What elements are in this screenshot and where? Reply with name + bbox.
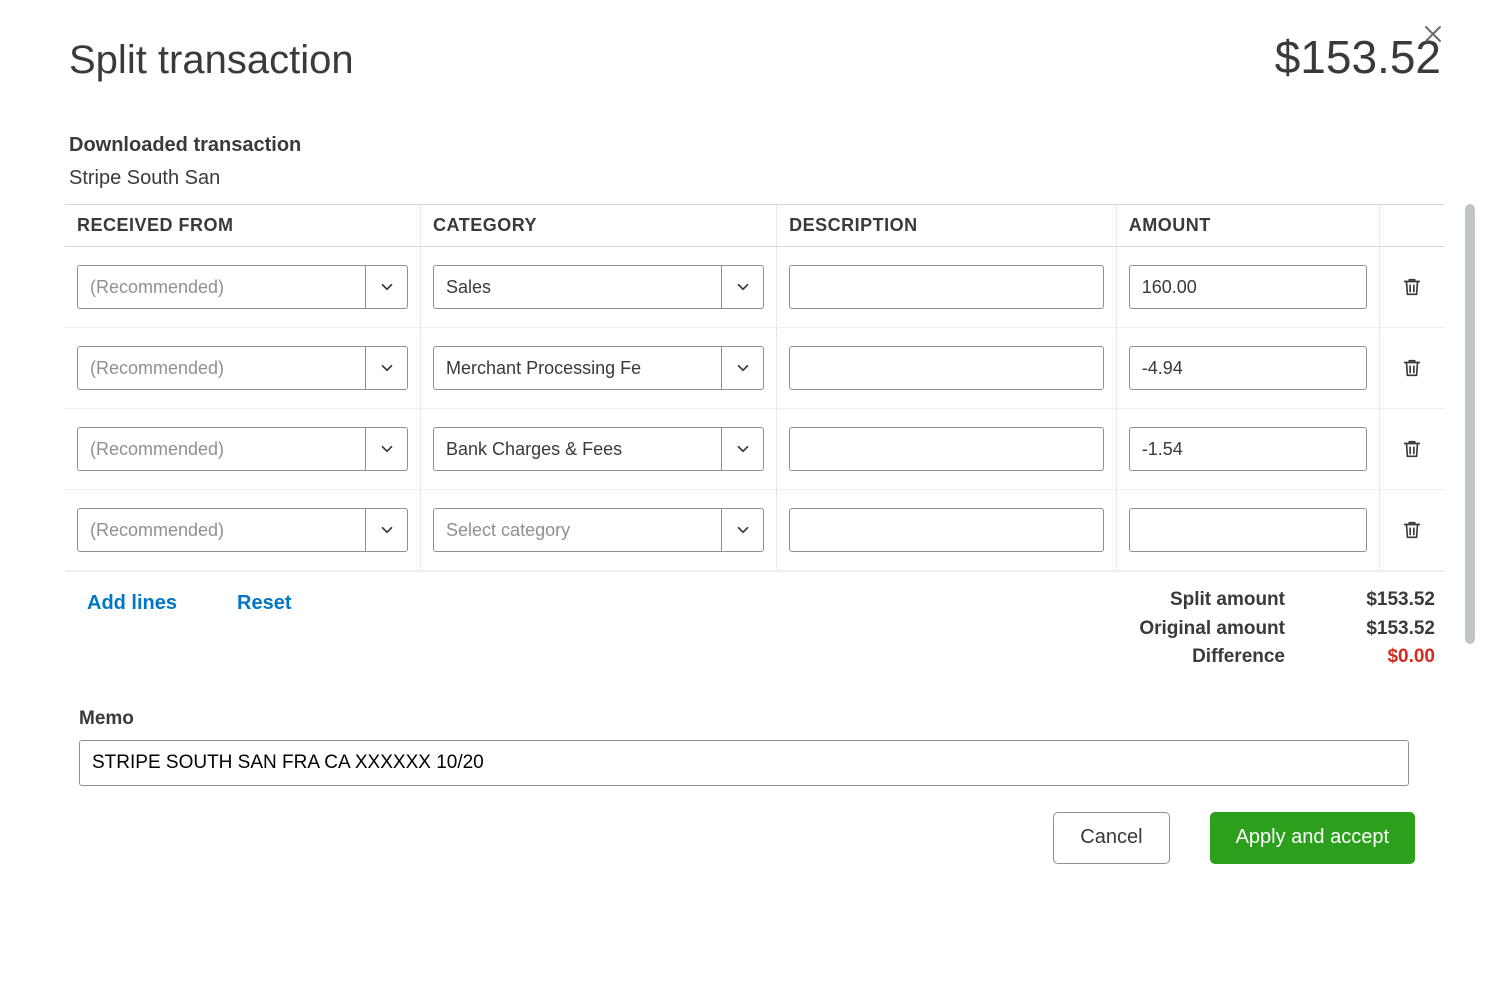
table-row — [65, 490, 1445, 571]
received-from-combo[interactable] — [77, 427, 408, 471]
received-from-combo[interactable] — [77, 346, 408, 390]
amount-input[interactable] — [1129, 346, 1367, 390]
received-from-input[interactable] — [78, 428, 365, 470]
category-combo[interactable] — [433, 508, 764, 552]
chevron-down-icon[interactable] — [365, 428, 407, 470]
close-button[interactable] — [1421, 22, 1445, 46]
amount-input[interactable] — [1129, 427, 1367, 471]
trash-icon — [1401, 357, 1423, 379]
received-from-combo[interactable] — [77, 265, 408, 309]
add-lines-link[interactable]: Add lines — [87, 592, 177, 672]
chevron-down-icon[interactable] — [365, 266, 407, 308]
delete-row-button[interactable] — [1392, 357, 1433, 379]
delete-row-button[interactable] — [1392, 276, 1433, 298]
col-header-actions — [1379, 205, 1445, 247]
original-amount-value: $153.52 — [1325, 615, 1435, 644]
original-amount-label: Original amount — [965, 615, 1325, 644]
cancel-button[interactable]: Cancel — [1053, 812, 1169, 864]
below-table-row: Add lines Reset Split amount $153.52 Ori… — [65, 571, 1445, 672]
col-header-amount: AMOUNT — [1116, 205, 1379, 247]
trash-icon — [1401, 438, 1423, 460]
chevron-down-icon[interactable] — [365, 347, 407, 389]
table-row — [65, 247, 1445, 328]
memo-label: Memo — [79, 708, 1445, 730]
received-from-input[interactable] — [78, 509, 365, 551]
description-input[interactable] — [789, 265, 1104, 309]
category-input[interactable] — [434, 347, 721, 389]
received-from-input[interactable] — [78, 266, 365, 308]
memo-input[interactable] — [79, 740, 1409, 786]
table-row — [65, 409, 1445, 490]
difference-value: $0.00 — [1325, 643, 1435, 672]
close-icon — [1421, 22, 1445, 46]
received-from-combo[interactable] — [77, 508, 408, 552]
description-input[interactable] — [789, 346, 1104, 390]
amount-input[interactable] — [1129, 265, 1367, 309]
page-title: Split transaction — [69, 38, 354, 83]
category-combo[interactable] — [433, 427, 764, 471]
trash-icon — [1401, 276, 1423, 298]
chevron-down-icon[interactable] — [721, 347, 763, 389]
reset-link[interactable]: Reset — [237, 592, 291, 672]
downloaded-transaction-label: Downloaded transaction — [69, 134, 1445, 157]
description-input[interactable] — [789, 508, 1104, 552]
category-input[interactable] — [434, 428, 721, 470]
description-input[interactable] — [789, 427, 1104, 471]
scrollbar[interactable] — [1465, 204, 1475, 664]
split-transaction-dialog: Split transaction $153.52 Downloaded tra… — [65, 0, 1445, 894]
col-header-description: DESCRIPTION — [777, 205, 1117, 247]
chevron-down-icon[interactable] — [721, 428, 763, 470]
totals-block: Split amount $153.52 Original amount $15… — [965, 586, 1445, 672]
amount-input[interactable] — [1129, 508, 1367, 552]
scrollbar-thumb[interactable] — [1465, 204, 1475, 644]
received-from-input[interactable] — [78, 347, 365, 389]
downloaded-transaction-merchant: Stripe South San — [69, 167, 1445, 190]
split-table-wrap: RECEIVED FROM CATEGORY DESCRIPTION AMOUN… — [65, 204, 1445, 571]
chevron-down-icon[interactable] — [721, 266, 763, 308]
split-amount-label: Split amount — [965, 586, 1325, 615]
apply-and-accept-button[interactable]: Apply and accept — [1210, 812, 1415, 864]
delete-row-button[interactable] — [1392, 519, 1433, 541]
col-header-received-from: RECEIVED FROM — [65, 205, 421, 247]
category-combo[interactable] — [433, 265, 764, 309]
dialog-header: Split transaction $153.52 — [65, 30, 1445, 84]
category-input[interactable] — [434, 509, 721, 551]
table-row — [65, 328, 1445, 409]
transaction-total: $153.52 — [1275, 30, 1441, 84]
category-input[interactable] — [434, 266, 721, 308]
split-table: RECEIVED FROM CATEGORY DESCRIPTION AMOUN… — [65, 204, 1445, 571]
col-header-category: CATEGORY — [421, 205, 777, 247]
trash-icon — [1401, 519, 1423, 541]
difference-label: Difference — [965, 643, 1325, 672]
split-amount-value: $153.52 — [1325, 586, 1435, 615]
chevron-down-icon[interactable] — [365, 509, 407, 551]
delete-row-button[interactable] — [1392, 438, 1433, 460]
chevron-down-icon[interactable] — [721, 509, 763, 551]
dialog-footer: Cancel Apply and accept — [65, 786, 1445, 894]
category-combo[interactable] — [433, 346, 764, 390]
